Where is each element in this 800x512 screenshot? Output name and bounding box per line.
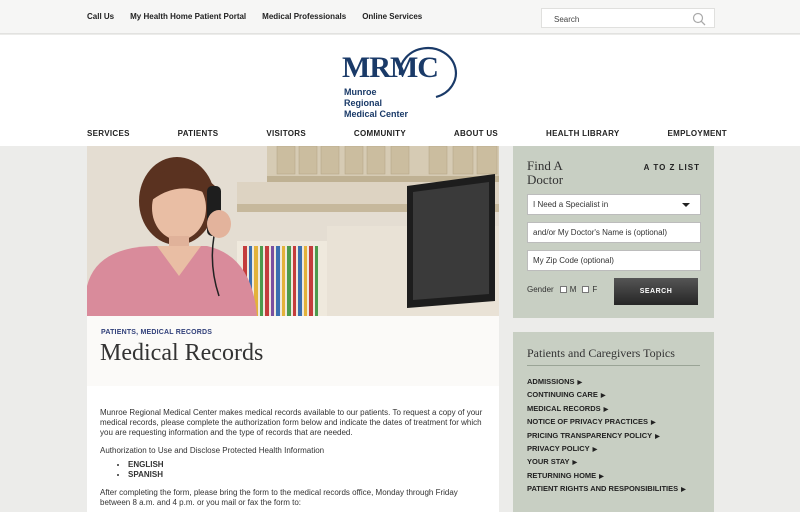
arrow-right-icon: ▶ bbox=[592, 446, 598, 453]
zip-code-field bbox=[527, 250, 701, 271]
topics-list: ADMISSIONS ▶ CONTINUING CARE ▶ MEDICAL REC… bbox=[527, 377, 686, 498]
site-search bbox=[541, 8, 715, 29]
online-services-link[interactable]: Online Services bbox=[362, 12, 422, 21]
gender-female-label: F bbox=[592, 285, 598, 294]
utility-links: Call Us My Health Home Patient Portal Me… bbox=[87, 12, 438, 21]
doctor-search-button[interactable]: SEARCH bbox=[614, 278, 698, 305]
find-doctor-title: Find A Doctor bbox=[527, 158, 564, 187]
search-input[interactable] bbox=[542, 10, 682, 29]
nav-services[interactable]: SERVICES bbox=[87, 129, 130, 138]
specialist-select[interactable]: I Need a Specialist in bbox=[527, 194, 701, 215]
form-link-english[interactable]: ENGLISH bbox=[128, 460, 486, 470]
form-link-spanish[interactable]: SPANISH bbox=[128, 470, 486, 480]
topic-link-privacy-policy[interactable]: PRIVACY POLICY ▶ bbox=[527, 444, 686, 457]
nav-health-library[interactable]: HEALTH LIBRARY bbox=[546, 129, 620, 138]
nav-visitors[interactable]: VISITORS bbox=[266, 129, 306, 138]
topic-link-admissions[interactable]: ADMISSIONS ▶ bbox=[527, 377, 686, 390]
call-us-link[interactable]: Call Us bbox=[87, 12, 114, 21]
site-header: MRMC Munroe Regional Medical Center SERV… bbox=[0, 35, 800, 146]
main-nav: SERVICES PATIENTS VISITORS COMMUNITY ABO… bbox=[87, 129, 727, 138]
topic-link-continuing-care[interactable]: CONTINUING CARE ▶ bbox=[527, 390, 686, 403]
gender-male-checkbox[interactable] bbox=[559, 286, 567, 293]
form-language-list: ENGLISH SPANISH bbox=[128, 460, 486, 480]
mrmc-logo[interactable]: MRMC Munroe Regional Medical Center bbox=[338, 45, 462, 119]
utility-bar: Call Us My Health Home Patient Portal Me… bbox=[0, 0, 800, 34]
chevron-down-icon bbox=[682, 203, 690, 207]
intro-paragraph: Munroe Regional Medical Center makes med… bbox=[100, 408, 483, 437]
topic-link-returning-home[interactable]: RETURNING HOME ▶ bbox=[527, 471, 686, 484]
find-a-doctor-panel: Find A Doctor A TO Z LIST I Need a Speci… bbox=[513, 146, 714, 318]
gender-female-checkbox[interactable] bbox=[582, 286, 590, 293]
topics-title: Patients and Caregivers Topics bbox=[527, 346, 675, 360]
divider bbox=[527, 365, 700, 366]
nav-employment[interactable]: EMPLOYMENT bbox=[667, 129, 726, 138]
search-icon[interactable] bbox=[692, 12, 706, 26]
patient-portal-link[interactable]: My Health Home Patient Portal bbox=[130, 12, 246, 21]
topic-link-your-stay[interactable]: YOUR STAY ▶ bbox=[527, 457, 686, 470]
arrow-right-icon: ▶ bbox=[651, 420, 656, 427]
logo-mark: MRMC bbox=[342, 51, 439, 84]
gender-label: Gender bbox=[527, 285, 554, 294]
topic-link-patient-rights[interactable]: PATIENT RIGHTS AND RESPONSIBILITIES ▶ bbox=[527, 484, 686, 497]
arrow-right-icon: ▶ bbox=[681, 487, 686, 494]
authorization-label: Authorization to Use and Disclose Protec… bbox=[100, 446, 325, 455]
nav-about-us[interactable]: ABOUT US bbox=[454, 129, 498, 138]
topic-link-medical-records[interactable]: MEDICAL RECORDS ▶ bbox=[527, 404, 686, 417]
arrow-right-icon: ▶ bbox=[577, 380, 583, 386]
arrow-right-icon: ▶ bbox=[599, 473, 604, 480]
hero-banner: PATIENTS, MEDICAL RECORDS Medical Record… bbox=[87, 146, 499, 386]
page-title: Medical Records bbox=[100, 340, 264, 366]
main-content: Munroe Regional Medical Center makes med… bbox=[87, 386, 499, 512]
arrow-right-icon: ▶ bbox=[572, 460, 578, 467]
topic-link-pricing-transparency[interactable]: PRICING TRANSPARENCY POLICY ▶ bbox=[527, 431, 686, 444]
hero-caption: PATIENTS, MEDICAL RECORDS Medical Record… bbox=[87, 316, 499, 386]
nav-patients[interactable]: PATIENTS bbox=[178, 129, 219, 138]
arrow-right-icon: ▶ bbox=[600, 393, 606, 400]
medical-professionals-link[interactable]: Medical Professionals bbox=[262, 12, 346, 21]
patient-topics-panel: Patients and Caregivers Topics ADMISSION… bbox=[513, 332, 714, 512]
nav-community[interactable]: COMMUNITY bbox=[354, 129, 406, 138]
a-to-z-link[interactable]: A TO Z LIST bbox=[644, 163, 700, 172]
arrow-right-icon: ▶ bbox=[603, 406, 609, 413]
arrow-right-icon: ▶ bbox=[655, 433, 660, 440]
doctor-name-field bbox=[527, 222, 701, 243]
logo-name: Munroe Regional Medical Center bbox=[344, 87, 409, 119]
doctor-name-input[interactable] bbox=[533, 223, 700, 242]
instructions-paragraph: After completing the form, please bring … bbox=[100, 488, 458, 507]
gender-male-label: M bbox=[569, 285, 577, 294]
topic-link-privacy-practices[interactable]: NOTICE OF PRIVACY PRACTICES ▶ bbox=[527, 417, 686, 430]
gender-filter: Gender M F bbox=[527, 285, 597, 294]
breadcrumb: PATIENTS, MEDICAL RECORDS bbox=[101, 329, 213, 336]
zip-code-input[interactable] bbox=[533, 251, 700, 270]
